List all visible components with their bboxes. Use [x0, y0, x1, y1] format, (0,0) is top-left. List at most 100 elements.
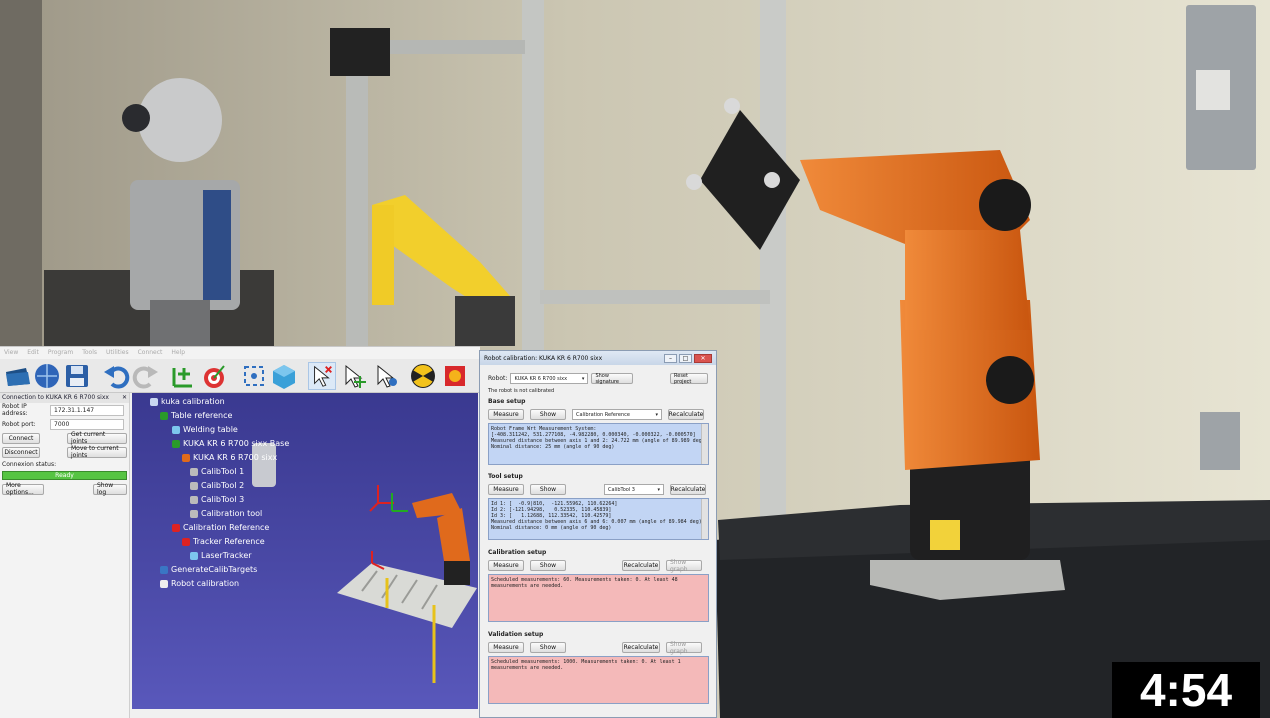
status-bar: Ready [2, 471, 127, 480]
video-timer: 4:54 [1112, 662, 1260, 718]
toolbar [0, 359, 480, 393]
tree-generate-targets[interactable]: GenerateCalibTargets [160, 565, 257, 574]
tree-tracker-reference[interactable]: Tracker Reference [182, 537, 265, 546]
base-reference-select[interactable]: Calibration Reference ▾ [572, 409, 662, 420]
3d-view[interactable]: kuka calibration Table reference Welding… [132, 393, 478, 709]
calibration-setup-heading: Calibration setup [488, 549, 547, 556]
connection-panel: Connection to KUKA KR 6 R700 sixx ✕ Robo… [0, 393, 130, 718]
base-reference-value: Calibration Reference [576, 411, 630, 418]
menu-connect[interactable]: Connect [138, 349, 163, 357]
tool-recalculate-button[interactable]: Recalculate [670, 484, 706, 495]
tree-robot-base-label: KUKA KR 6 R700 sixx Base [183, 439, 290, 448]
tree-robot-label: KUKA KR 6 R700 sixx [193, 453, 278, 462]
valid-show-button[interactable]: Show [530, 642, 566, 653]
close-icon[interactable]: ✕ [694, 353, 712, 363]
disconnect-button[interactable]: Disconnect [2, 446, 40, 458]
chevron-down-icon: ▾ [581, 375, 585, 382]
open-icon[interactable] [4, 362, 32, 390]
base-log: Robot Frame Wrt Measurement System: [-40… [488, 423, 709, 465]
reset-project-button[interactable]: Reset project [670, 373, 708, 385]
ip-input[interactable]: 172.31.1.147 [50, 404, 124, 416]
dialog-title: Robot calibration: KUKA KR 6 R700 sixx [484, 354, 603, 362]
dialog-titlebar: Robot calibration: KUKA KR 6 R700 sixx –… [480, 351, 716, 365]
move-tool-icon[interactable] [372, 362, 400, 390]
online-library-icon[interactable] [33, 362, 61, 390]
menu-help[interactable]: Help [171, 349, 185, 357]
valid-show-graph-button[interactable]: Show graph [666, 641, 702, 655]
menu-program[interactable]: Program [48, 349, 73, 357]
move-joints-button[interactable]: Move to current joints [67, 445, 127, 459]
robot-select[interactable]: KUKA KR 6 R700 sixx ▾ [510, 373, 589, 384]
add-target-icon[interactable] [200, 362, 228, 390]
tool-log-scrollbar[interactable] [701, 499, 708, 539]
connection-panel-header: Connection to KUKA KR 6 R700 sixx ✕ [0, 393, 129, 403]
base-recalculate-button[interactable]: Recalculate [668, 409, 704, 420]
tool-measure-button[interactable]: Measure [488, 484, 524, 495]
tree-calibration-reference[interactable]: Calibration Reference [172, 523, 269, 532]
tool-select[interactable]: CalibTool 3 ▾ [604, 484, 664, 495]
port-input[interactable]: 7000 [50, 418, 124, 430]
valid-measure-button[interactable]: Measure [488, 642, 524, 653]
tool-setup-heading: Tool setup [488, 473, 523, 480]
base-log-scrollbar[interactable] [701, 424, 708, 464]
base-measure-button[interactable]: Measure [488, 409, 524, 420]
base-show-button[interactable]: Show [530, 409, 566, 420]
tree-station-label: kuka calibration [161, 397, 225, 406]
move-reference-icon[interactable] [340, 362, 368, 390]
connection-panel-title: Connection to KUKA KR 6 R700 sixx [2, 394, 109, 401]
menu-utilities[interactable]: Utilities [106, 349, 129, 357]
port-label: Robot port: [2, 420, 36, 428]
robot-calibration-dialog: Robot calibration: KUKA KR 6 R700 sixx –… [479, 350, 717, 718]
undo-icon[interactable] [102, 362, 130, 390]
maximize-icon[interactable]: □ [679, 353, 692, 363]
tree-generate-targets-label: GenerateCalibTargets [171, 565, 258, 574]
tree-robot-calibration[interactable]: Robot calibration [160, 579, 239, 588]
tree-table-reference-label: Table reference [171, 411, 233, 420]
show-signature-button[interactable]: Show signature [591, 373, 634, 385]
minimize-icon[interactable]: – [664, 353, 677, 363]
select-icon[interactable] [308, 362, 336, 390]
tree-welding-table[interactable]: Welding table [172, 425, 238, 434]
valid-recalculate-button[interactable]: Recalculate [622, 642, 660, 653]
tool-show-button[interactable]: Show [530, 484, 566, 495]
collision-icon[interactable] [409, 362, 437, 390]
redo-icon[interactable] [132, 362, 160, 390]
menu-tools[interactable]: Tools [82, 349, 97, 357]
calib-measure-button[interactable]: Measure [488, 560, 524, 571]
calib-show-button[interactable]: Show [530, 560, 566, 571]
ip-label: Robot IP address: [2, 403, 28, 417]
tree-calibtool-3[interactable]: CalibTool 3 [190, 495, 244, 504]
tree-welding-table-label: Welding table [183, 425, 238, 434]
validation-log: Scheduled measurements: 1000. Measuremen… [488, 656, 709, 704]
more-options-button[interactable]: More options... [2, 482, 44, 496]
calibration-state-text: The robot is not calibrated [488, 388, 555, 394]
fit-all-icon[interactable] [240, 362, 268, 390]
tree-robot-calibration-label: Robot calibration [171, 579, 240, 588]
tree-calibration-tool[interactable]: Calibration tool [190, 509, 262, 518]
tree-tracker-reference-label: Tracker Reference [193, 537, 265, 546]
tree-calibtool-1[interactable]: CalibTool 1 [190, 467, 244, 476]
tree-robot-base[interactable]: KUKA KR 6 R700 sixx Base [172, 439, 289, 448]
tree-station[interactable]: kuka calibration [150, 397, 225, 406]
tree-table-reference[interactable]: Table reference [160, 411, 232, 420]
add-reference-icon[interactable] [170, 362, 198, 390]
chevron-down-icon: ▾ [657, 486, 660, 493]
save-icon[interactable] [63, 362, 91, 390]
iso-view-icon[interactable] [270, 362, 298, 390]
tree-calibtool-2[interactable]: CalibTool 2 [190, 481, 244, 490]
connect-button[interactable]: Connect [2, 432, 40, 444]
status-label: Connexion status: [2, 460, 57, 468]
tree-laser-tracker[interactable]: LaserTracker [190, 551, 252, 560]
validation-setup-heading: Validation setup [488, 631, 544, 638]
tree-robot[interactable]: KUKA KR 6 R700 sixx [182, 453, 277, 462]
calib-show-graph-button[interactable]: Show graph [666, 559, 702, 573]
calib-recalculate-button[interactable]: Recalculate [622, 560, 660, 571]
simulation-flag-icon[interactable] [441, 362, 469, 390]
tool-select-value: CalibTool 3 [608, 486, 635, 493]
robot-label: Robot: [488, 375, 508, 382]
get-joints-button[interactable]: Get current joints [67, 431, 127, 445]
menu-edit[interactable]: Edit [27, 349, 39, 357]
show-log-button[interactable]: Show log [93, 482, 127, 496]
menu-view[interactable]: View [4, 349, 18, 357]
panel-close-icon[interactable]: ✕ [122, 394, 127, 402]
